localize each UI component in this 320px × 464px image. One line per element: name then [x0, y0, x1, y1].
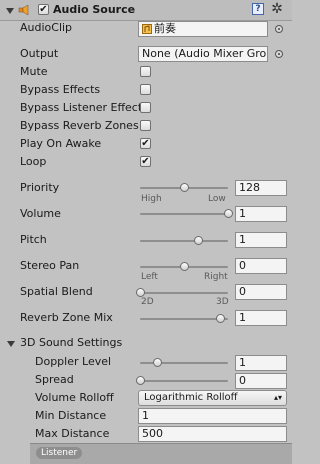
stereo-pan-field[interactable]: 0: [235, 258, 287, 274]
priority-slider-thumb[interactable]: [179, 183, 189, 192]
output-label: Output: [20, 47, 59, 60]
pitch-field[interactable]: 1: [235, 232, 287, 248]
chevron-updown-icon: ▴▾: [273, 393, 282, 402]
volume-slider-thumb[interactable]: [223, 209, 233, 218]
spatial-blend-max-label: 3D: [216, 297, 229, 307]
pitch-slider-track[interactable]: [140, 240, 228, 242]
spatial-blend-min-label: 2D: [141, 297, 154, 307]
checkmark-icon: ✔: [141, 137, 150, 149]
stereo-pan-slider-thumb[interactable]: [179, 262, 189, 271]
stereo-pan-min-label: Left: [141, 272, 158, 282]
output-field[interactable]: None (Audio Mixer Gro: [138, 46, 268, 62]
spread-field[interactable]: 0: [235, 373, 287, 389]
spread-slider-track[interactable]: [140, 380, 228, 382]
component-header: ✔ Audio Source ? ✲: [0, 0, 292, 21]
spatial-blend-label: Spatial Blend: [20, 285, 93, 298]
play-on-awake-label: Play On Awake: [20, 137, 102, 150]
bypass-effects-label: Bypass Effects: [20, 83, 101, 96]
foldout-arrow-icon[interactable]: [6, 8, 14, 14]
bypass-listener-effects-label: Bypass Listener Effect: [20, 101, 143, 114]
volume-slider-track[interactable]: [140, 213, 228, 215]
volume-rolloff-value: Logarithmic Rolloff: [144, 392, 238, 403]
spatial-blend-slider-thumb[interactable]: [135, 288, 145, 297]
sound3d-foldout-icon[interactable]: [7, 341, 15, 347]
doppler-level-slider-thumb[interactable]: [153, 358, 163, 367]
audio-clip-field[interactable]: 前奏: [138, 21, 268, 37]
component-enabled-checkbox[interactable]: ✔: [38, 4, 49, 15]
output-picker-icon[interactable]: [275, 50, 283, 58]
doppler-level-label: Doppler Level: [35, 355, 112, 368]
pitch-slider-thumb[interactable]: [194, 236, 204, 245]
gear-icon[interactable]: ✲: [269, 1, 285, 17]
audio-source-icon: [18, 4, 29, 16]
mute-label: Mute: [20, 65, 48, 78]
min-distance-label: Min Distance: [35, 409, 107, 422]
listener-badge: Listener: [36, 447, 83, 459]
spatial-blend-field[interactable]: 0: [235, 284, 287, 300]
bypass-listener-effects-checkbox[interactable]: [140, 102, 151, 113]
max-distance-field[interactable]: 500: [138, 426, 287, 442]
stereo-pan-label: Stereo Pan: [20, 259, 80, 272]
help-icon[interactable]: ?: [252, 3, 264, 15]
play-on-awake-checkbox[interactable]: ✔: [140, 138, 151, 149]
component-title: Audio Source: [53, 3, 136, 16]
volume-rolloff-label: Volume Rolloff: [35, 391, 114, 404]
volume-field[interactable]: 1: [235, 206, 287, 222]
rolloff-curve-pane[interactable]: Listener: [30, 443, 292, 464]
audio-clip-value: 前奏: [154, 22, 176, 35]
audio-clip-label: AudioClip: [20, 21, 73, 34]
priority-max-label: Low: [208, 194, 226, 204]
audio-clip-picker-icon[interactable]: [275, 25, 283, 33]
min-distance-field[interactable]: 1: [138, 408, 287, 424]
sound3d-title[interactable]: 3D Sound Settings: [20, 336, 122, 350]
volume-label: Volume: [20, 207, 61, 220]
audio-clip-icon: [142, 24, 152, 34]
volume-rolloff-dropdown[interactable]: Logarithmic Rolloff ▴▾: [138, 390, 287, 406]
spread-label: Spread: [35, 373, 74, 386]
bypass-reverb-zones-checkbox[interactable]: [140, 120, 151, 131]
priority-label: Priority: [20, 181, 60, 194]
bypass-reverb-zones-label: Bypass Reverb Zones: [20, 119, 139, 132]
stereo-pan-max-label: Right: [204, 272, 228, 282]
spread-slider-thumb[interactable]: [135, 376, 145, 385]
loop-checkbox[interactable]: ✔: [140, 156, 151, 167]
checkmark-icon: ✔: [141, 155, 150, 167]
reverb-zone-mix-field[interactable]: 1: [235, 310, 287, 326]
reverb-zone-mix-slider-track[interactable]: [140, 318, 228, 320]
mute-checkbox[interactable]: [140, 66, 151, 77]
pitch-label: Pitch: [20, 233, 47, 246]
loop-label: Loop: [20, 155, 47, 168]
bypass-effects-checkbox[interactable]: [140, 84, 151, 95]
priority-min-label: High: [141, 194, 162, 204]
max-distance-label: Max Distance: [35, 427, 110, 440]
doppler-level-field[interactable]: 1: [235, 355, 287, 371]
priority-field[interactable]: 128: [235, 180, 287, 196]
spatial-blend-slider-track[interactable]: [140, 292, 228, 294]
checkmark-icon: ✔: [39, 3, 48, 15]
reverb-zone-mix-slider-thumb[interactable]: [215, 314, 225, 323]
reverb-zone-mix-label: Reverb Zone Mix: [20, 311, 113, 324]
